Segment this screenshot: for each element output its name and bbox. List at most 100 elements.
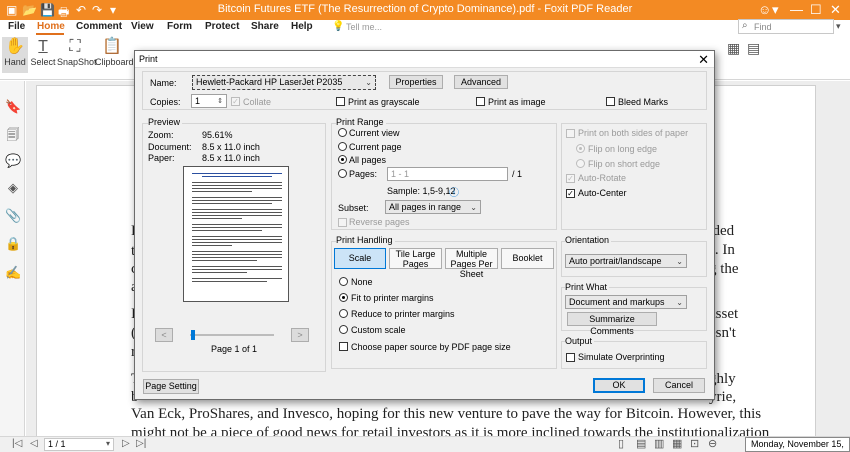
- comments-icon[interactable]: 💬: [5, 153, 21, 169]
- menu-view[interactable]: View: [131, 21, 154, 32]
- collate-checkbox[interactable]: ✓: [231, 97, 240, 106]
- menu-share[interactable]: Share: [251, 21, 279, 32]
- orientation-select[interactable]: Auto portrait/landscape ⌄: [565, 254, 687, 268]
- maximize-icon[interactable]: ☐: [810, 2, 822, 18]
- chevron-down-icon: ⌄: [470, 203, 477, 212]
- cancel-button[interactable]: Cancel: [653, 378, 705, 393]
- menu-help[interactable]: Help: [291, 21, 313, 32]
- preview-next-button[interactable]: >: [291, 328, 309, 342]
- signature-icon[interactable]: ✍: [5, 265, 21, 281]
- security-icon[interactable]: 🔒: [5, 236, 21, 252]
- scale-tab[interactable]: Scale: [334, 248, 386, 269]
- custom-scale-radio[interactable]: [339, 325, 348, 334]
- scale-none-radio[interactable]: [339, 277, 348, 286]
- all-pages-radio[interactable]: [338, 155, 347, 164]
- current-page-radio[interactable]: [338, 142, 347, 151]
- copies-stepper[interactable]: 1 ⇕: [191, 94, 227, 108]
- fit-margins-radio[interactable]: [339, 293, 348, 302]
- preview-slider-thumb[interactable]: [191, 330, 195, 340]
- facing-icon[interactable]: ▥: [654, 437, 664, 450]
- bleed-marks-checkbox[interactable]: [606, 97, 615, 106]
- preview-text-line: [192, 254, 282, 255]
- properties-button[interactable]: Properties: [389, 75, 443, 89]
- bleed-marks-label: Bleed Marks: [618, 97, 669, 107]
- menu-home[interactable]: Home: [37, 21, 65, 32]
- preview-text-line: [192, 200, 282, 201]
- current-view-radio[interactable]: [338, 128, 347, 137]
- zoom-out-icon[interactable]: ⊖: [708, 437, 717, 450]
- scale-none-label: None: [351, 277, 373, 287]
- menu-file[interactable]: File: [8, 21, 25, 32]
- pages-radio[interactable]: [338, 169, 347, 178]
- flip-long-radio[interactable]: [576, 144, 585, 153]
- pages-input-value: 1 - 1: [391, 169, 410, 179]
- ok-button[interactable]: OK: [593, 378, 645, 393]
- layers-icon[interactable]: ◈: [5, 180, 21, 196]
- print-image-checkbox[interactable]: [476, 97, 485, 106]
- auto-center-checkbox[interactable]: ✓: [566, 189, 575, 198]
- page-number-input[interactable]: 1 / 1: [44, 438, 114, 451]
- tell-me-box[interactable]: 💡 Tell me...: [332, 20, 422, 34]
- name-label: Name:: [150, 78, 177, 88]
- flip-short-radio[interactable]: [576, 159, 585, 168]
- next-page-icon[interactable]: ▷: [122, 438, 130, 449]
- close-window-icon[interactable]: ✕: [830, 2, 841, 18]
- menu-comment[interactable]: Comment: [76, 21, 122, 32]
- reverse-pages-checkbox[interactable]: [338, 218, 347, 227]
- preview-title: Preview: [148, 117, 183, 127]
- advanced-button[interactable]: Advanced: [454, 75, 508, 89]
- paper-source-checkbox[interactable]: [339, 342, 348, 351]
- subset-select[interactable]: All pages in range ⌄: [385, 200, 481, 214]
- info-icon[interactable]: ⓘ: [449, 184, 459, 199]
- preview-prev-button[interactable]: <: [155, 328, 173, 342]
- account-icon[interactable]: ☺: [758, 2, 771, 17]
- multiple-pages-tab[interactable]: Multiple Pages Per Sheet: [445, 248, 498, 279]
- bookmark-icon[interactable]: 🔖: [5, 99, 21, 115]
- clipboard-button[interactable]: 📋 Clipboard: [95, 37, 134, 73]
- hand-label: Hand: [4, 57, 26, 67]
- auto-rotate-checkbox[interactable]: ✓: [566, 174, 575, 183]
- both-sides-checkbox[interactable]: [566, 129, 575, 138]
- pages-icon[interactable]: 🗐: [5, 126, 21, 142]
- select-tool-button[interactable]: T̲ Select: [30, 37, 56, 73]
- tile-large-pages-tab[interactable]: Tile Large Pages: [389, 248, 442, 269]
- close-dialog-icon[interactable]: ✕: [698, 52, 709, 68]
- previous-page-icon[interactable]: ◁: [30, 438, 38, 449]
- pages-input[interactable]: 1 - 1: [387, 167, 508, 181]
- preview-page-slider[interactable]: [190, 334, 274, 336]
- summarize-comments-button[interactable]: Summarize Comments: [567, 312, 657, 336]
- minimize-icon[interactable]: —: [790, 2, 803, 17]
- booklet-tab[interactable]: Booklet: [501, 248, 554, 269]
- first-page-icon[interactable]: |◁: [12, 438, 22, 449]
- preview-page-indicator: Page 1 of 1: [211, 344, 258, 354]
- print-what-select[interactable]: Document and markups ⌄: [565, 295, 687, 309]
- menu-protect[interactable]: Protect: [205, 21, 239, 32]
- single-page-icon[interactable]: ▯: [618, 437, 624, 450]
- chevron-down-icon: ⌄: [365, 78, 372, 87]
- reduce-margins-label: Reduce to printer margins: [351, 309, 455, 319]
- reduce-margins-radio[interactable]: [339, 309, 348, 318]
- page-setting-button[interactable]: Page Setting: [143, 379, 199, 394]
- date-tooltip: Monday, November 15, 2021: [745, 437, 850, 452]
- ribbon-tool-icon-b[interactable]: ▤: [747, 40, 760, 57]
- snapshot-button[interactable]: ⛶ SnapShot: [57, 37, 97, 73]
- hand-tool-button[interactable]: ✋ Hand: [2, 37, 28, 73]
- clipboard-icon: 📋: [102, 38, 122, 55]
- ribbon-tool-icon-a[interactable]: ▦: [727, 40, 740, 57]
- account-menu-icon[interactable]: ▾: [772, 2, 779, 18]
- find-options-icon[interactable]: ▾: [836, 21, 841, 32]
- printer-name-select[interactable]: Hewlett-Packard HP LaserJet P2035 ⌄: [192, 75, 376, 90]
- attachments-icon[interactable]: 📎: [5, 208, 21, 224]
- simulate-overprinting-checkbox[interactable]: [566, 353, 575, 362]
- menu-form[interactable]: Form: [167, 21, 192, 32]
- page-dropdown-icon[interactable]: ▾: [106, 439, 110, 448]
- preview-text-line: [192, 242, 282, 243]
- find-input[interactable]: ⌕ Find: [738, 19, 834, 34]
- last-page-icon[interactable]: ▷|: [136, 438, 146, 449]
- fit-page-icon[interactable]: ⊡: [690, 437, 699, 450]
- continuous-icon[interactable]: ▤: [636, 437, 646, 450]
- paper-size-value: 8.5 x 11.0 inch: [202, 153, 260, 163]
- grayscale-checkbox[interactable]: [336, 97, 345, 106]
- print-dialog: Print ✕ Name: Hewlett-Packard HP LaserJe…: [134, 50, 715, 400]
- continuous-facing-icon[interactable]: ▦: [672, 437, 682, 450]
